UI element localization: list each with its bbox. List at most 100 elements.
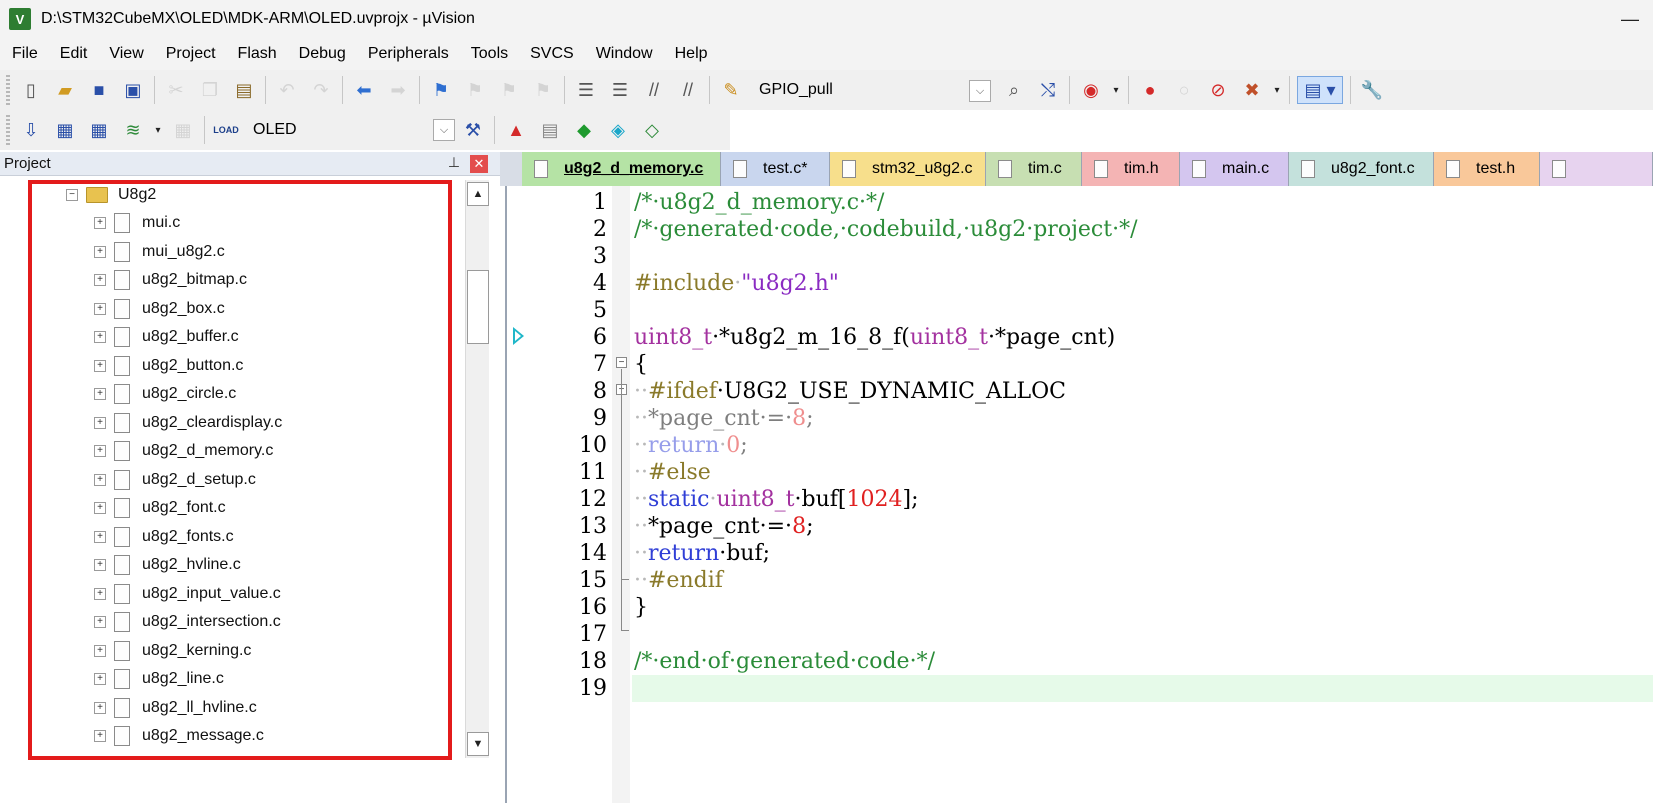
code-line[interactable]: 6 uint8_t·*u8g2_m_16_8_f(uint8_t·*page_cn… bbox=[507, 324, 1653, 351]
stop-build-icon[interactable]: ▦ bbox=[169, 116, 197, 144]
tree-file-item[interactable]: + u8g2_fonts.c bbox=[94, 523, 234, 551]
tree-file-item[interactable]: + u8g2_kerning.c bbox=[94, 637, 251, 665]
code-line[interactable]: 19 bbox=[507, 675, 1653, 702]
indent-icon[interactable]: ☰ bbox=[572, 76, 600, 104]
translate-icon[interactable]: ⇩ bbox=[17, 116, 45, 144]
configure-wrench-icon[interactable]: 🔧 bbox=[1358, 76, 1386, 104]
expand-icon[interactable]: + bbox=[94, 559, 106, 571]
find-icon[interactable]: ⌕ bbox=[1000, 76, 1028, 104]
open-folder-icon[interactable]: ▰ bbox=[51, 76, 79, 104]
tree-file-item[interactable]: + u8g2_hvline.c bbox=[94, 551, 241, 579]
expand-icon[interactable]: + bbox=[94, 302, 106, 315]
save-all-icon[interactable]: ▣ bbox=[119, 76, 147, 104]
comment-icon[interactable]: // bbox=[640, 76, 668, 104]
code-line[interactable]: 15 ··#endif bbox=[507, 567, 1653, 594]
scroll-down-icon[interactable]: ▼ bbox=[467, 732, 489, 756]
menu-flash[interactable]: Flash bbox=[226, 45, 287, 63]
tree-file-item[interactable]: + u8g2_font.c bbox=[94, 494, 226, 522]
menu-svcs[interactable]: SVCS bbox=[518, 45, 584, 63]
menu-project[interactable]: Project bbox=[154, 45, 226, 63]
editor-tab[interactable]: tim.h bbox=[1082, 152, 1180, 186]
tree-file-item[interactable]: + u8g2_line.c bbox=[94, 665, 224, 693]
expand-icon[interactable]: + bbox=[94, 388, 106, 400]
undo-icon[interactable]: ↶ bbox=[273, 76, 301, 104]
chevron-down-icon[interactable]: ▾ bbox=[1272, 76, 1282, 104]
menu-help[interactable]: Help bbox=[663, 45, 718, 63]
menu-window[interactable]: Window bbox=[584, 45, 663, 63]
target-options-icon[interactable]: ⚒ bbox=[459, 116, 487, 144]
code-line[interactable]: 13 ··*page_cnt·=·8; bbox=[507, 513, 1653, 540]
file-extensions-icon[interactable]: ▤ bbox=[536, 116, 564, 144]
code-editor[interactable]: − − 1/*·u8g2_d_memory.c·*/2/*·generated·… bbox=[505, 186, 1653, 803]
menu-edit[interactable]: Edit bbox=[48, 45, 98, 63]
tree-file-item[interactable]: + u8g2_buffer.c bbox=[94, 323, 239, 351]
kill-all-breakpoints-icon[interactable]: ✖ bbox=[1238, 76, 1266, 104]
navigate-forward-icon[interactable]: ➡ bbox=[384, 76, 412, 104]
expand-icon[interactable]: + bbox=[94, 673, 106, 685]
minimize-button[interactable]: — bbox=[1607, 0, 1653, 38]
tree-file-item[interactable]: + u8g2_message.c bbox=[94, 722, 264, 750]
editor-tab[interactable]: stm32_u8g2.c bbox=[830, 152, 986, 186]
bookmark-icon[interactable]: ⚑ bbox=[427, 76, 455, 104]
tree-file-item[interactable]: + u8g2_input_value.c bbox=[94, 580, 281, 608]
tree-file-item[interactable]: + mui.c bbox=[94, 209, 180, 237]
code-line[interactable]: 4 #include·"u8g2.h" bbox=[507, 270, 1653, 297]
editor-tab[interactable]: test.h bbox=[1434, 152, 1540, 186]
scroll-up-icon[interactable]: ▲ bbox=[467, 182, 489, 206]
build-icon[interactable]: ▦ bbox=[51, 116, 79, 144]
find-combo[interactable]: GPIO_pull ⌵ bbox=[754, 77, 992, 103]
collapse-icon[interactable]: − bbox=[66, 189, 78, 201]
cut-icon[interactable]: ✂ bbox=[162, 76, 190, 104]
pack-installer-icon[interactable]: ◈ bbox=[604, 116, 632, 144]
chevron-down-icon[interactable]: ▾ bbox=[1111, 76, 1121, 104]
run-time-env-icon[interactable]: ◆ bbox=[570, 116, 598, 144]
tree-file-item[interactable]: + u8g2_d_setup.c bbox=[94, 466, 256, 494]
editor-tab[interactable]: u8g2_d_memory.c bbox=[522, 152, 721, 186]
expand-icon[interactable]: + bbox=[94, 644, 106, 657]
toolbar-grip[interactable] bbox=[6, 75, 10, 105]
manage-components-icon[interactable]: ▲ bbox=[502, 116, 530, 144]
tree-file-item[interactable]: + u8g2_circle.c bbox=[94, 380, 236, 408]
menu-view[interactable]: View bbox=[97, 45, 153, 63]
tree-file-item[interactable]: + u8g2_bitmap.c bbox=[94, 266, 247, 294]
expand-icon[interactable]: + bbox=[94, 445, 106, 457]
expand-icon[interactable]: + bbox=[94, 217, 106, 229]
tree-file-item[interactable]: + u8g2_intersection.c bbox=[94, 608, 281, 636]
tree-file-item[interactable]: + u8g2_ll_hvline.c bbox=[94, 694, 257, 722]
project-tree-scrollbar[interactable]: ▲ ▼ bbox=[465, 180, 489, 758]
menu-debug[interactable]: Debug bbox=[287, 45, 356, 63]
close-panel-icon[interactable]: ✕ bbox=[470, 155, 488, 173]
expand-icon[interactable]: + bbox=[94, 616, 106, 628]
save-icon[interactable]: ■ bbox=[85, 76, 113, 104]
tree-file-item[interactable]: + u8g2_d_memory.c bbox=[94, 437, 273, 465]
copy-icon[interactable]: ❐ bbox=[196, 76, 224, 104]
code-line[interactable]: 1 /*·u8g2_d_memory.c·*/ bbox=[507, 189, 1653, 216]
editor-tab[interactable]: u8g2_font.c bbox=[1289, 152, 1434, 186]
tree-file-item[interactable]: + mui_u8g2.c bbox=[94, 238, 225, 266]
expand-icon[interactable]: + bbox=[94, 473, 106, 486]
code-line[interactable]: 10 ··return·0; bbox=[507, 432, 1653, 459]
paste-icon[interactable]: ▤ bbox=[230, 76, 258, 104]
expand-icon[interactable]: + bbox=[94, 587, 106, 600]
editor-tab-overflow[interactable] bbox=[1540, 152, 1653, 186]
code-line[interactable]: 18 /*·end·of·generated·code·*/ bbox=[507, 648, 1653, 675]
expand-icon[interactable]: + bbox=[94, 359, 106, 372]
chevron-down-icon[interactable]: ⌵ bbox=[969, 80, 991, 102]
expand-icon[interactable]: + bbox=[94, 331, 106, 343]
tree-file-item[interactable]: + u8g2_button.c bbox=[94, 352, 243, 380]
expand-icon[interactable]: + bbox=[94, 530, 106, 543]
unindent-icon[interactable]: ☰ bbox=[606, 76, 634, 104]
expand-icon[interactable]: + bbox=[94, 416, 106, 429]
batch-build-icon[interactable]: ≋ bbox=[119, 116, 147, 144]
find-in-files-icon[interactable]: ✎ bbox=[717, 76, 745, 104]
navigate-back-icon[interactable]: ⬅ bbox=[350, 76, 378, 104]
rebuild-icon[interactable]: ▦ bbox=[85, 116, 113, 144]
code-line[interactable]: 9 ··*page_cnt·=·8; bbox=[507, 405, 1653, 432]
clear-bookmarks-icon[interactable]: ⚑ bbox=[529, 76, 557, 104]
debug-session-icon[interactable]: ◉ bbox=[1077, 76, 1105, 104]
redo-icon[interactable]: ↷ bbox=[307, 76, 335, 104]
disable-breakpoint-icon[interactable]: ○ bbox=[1170, 76, 1198, 104]
code-line[interactable]: 3 bbox=[507, 243, 1653, 270]
code-line[interactable]: 12 ··static·uint8_t·buf[1024]; bbox=[507, 486, 1653, 513]
chevron-down-icon[interactable]: ▾ bbox=[153, 116, 163, 144]
